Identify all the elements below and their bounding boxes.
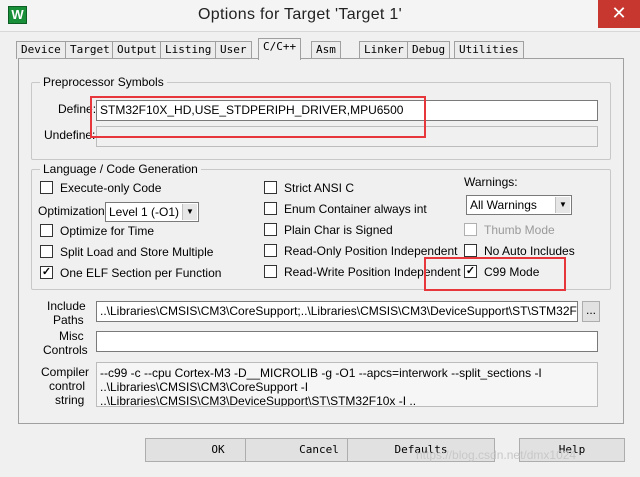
tab-c-cpp[interactable]: C/C++ — [258, 38, 302, 60]
define-highlight-box — [90, 96, 426, 138]
compiler-label-line2: control — [49, 379, 86, 393]
checkbox-box[interactable] — [40, 181, 53, 194]
tab-target[interactable]: Target — [65, 41, 115, 59]
tab-asm[interactable]: Asm — [311, 41, 341, 59]
warnings-value: All Warnings — [470, 198, 537, 212]
checkbox-box[interactable] — [264, 202, 277, 215]
strict-ansi-label: Strict ANSI C — [284, 181, 355, 195]
plain-char-label: Plain Char is Signed — [284, 223, 393, 237]
compiler-control-string[interactable]: --c99 -c --cpu Cortex-M3 -D__MICROLIB -g… — [96, 362, 598, 407]
optimization-label: Optimization: — [38, 204, 109, 218]
include-label-line2: Paths — [53, 313, 84, 327]
close-button[interactable]: ✕ — [598, 0, 640, 28]
tab-linker[interactable]: Linker — [359, 41, 409, 59]
browse-include-button[interactable]: ... — [582, 301, 600, 322]
chevron-down-icon[interactable]: ▼ — [555, 197, 570, 213]
tab-listing[interactable]: Listing — [160, 41, 217, 59]
misc-label-line2: Controls — [43, 343, 88, 357]
one-elf-label: One ELF Section per Function — [60, 266, 222, 280]
window-title: Options for Target 'Target 1' — [198, 6, 402, 23]
optimization-select[interactable]: Level 1 (-O1) ▼ — [105, 202, 199, 222]
compiler-label-line3: string — [55, 393, 85, 407]
tab-debug[interactable]: Debug — [407, 41, 451, 59]
split-load-label: Split Load and Store Multiple — [60, 245, 214, 259]
misc-label-line1: Misc — [59, 329, 84, 343]
watermark-text: https://blog.csdn.net/dmx1024 — [416, 448, 577, 462]
tab-device[interactable]: Device — [16, 41, 66, 59]
tab-output[interactable]: Output — [112, 41, 162, 59]
chevron-down-icon[interactable]: ▼ — [182, 204, 197, 220]
language-group-title: Language / Code Generation — [40, 162, 201, 176]
optimization-value: Level 1 (-O1) — [109, 205, 180, 219]
checkbox-box[interactable] — [264, 223, 277, 236]
title-bar: W Options for Target 'Target 1' ✕ — [0, 0, 640, 32]
enum-container-label: Enum Container always int — [284, 202, 427, 216]
checkbox-box[interactable] — [264, 265, 277, 278]
checkbox-box[interactable] — [40, 224, 53, 237]
optimize-time-label: Optimize for Time — [60, 224, 155, 238]
c99-highlight-box — [424, 257, 566, 291]
check-icon[interactable]: ✓ — [40, 266, 53, 279]
checkbox-box[interactable] — [464, 244, 477, 257]
warnings-select[interactable]: All Warnings ▼ — [466, 195, 572, 215]
preprocessor-group-title: Preprocessor Symbols — [40, 75, 167, 89]
execute-only-label: Execute-only Code — [60, 181, 162, 195]
misc-controls-input[interactable] — [96, 331, 598, 352]
checkbox-box[interactable] — [464, 223, 477, 236]
include-label-line1: Include — [47, 299, 86, 313]
compiler-label-line1: Compiler — [41, 365, 90, 379]
warnings-label: Warnings: — [464, 175, 518, 189]
checkbox-box[interactable] — [264, 181, 277, 194]
checkbox-box[interactable] — [40, 245, 53, 258]
thumb-mode-label: Thumb Mode — [484, 223, 555, 237]
tab-user[interactable]: User — [215, 41, 252, 59]
undefine-label: Undefine: — [44, 128, 96, 142]
checkbox-box[interactable] — [264, 244, 277, 257]
tab-utilities[interactable]: Utilities — [454, 41, 524, 59]
include-paths-input[interactable]: ..\Libraries\CMSIS\CM3\CoreSupport;..\Li… — [96, 301, 578, 322]
